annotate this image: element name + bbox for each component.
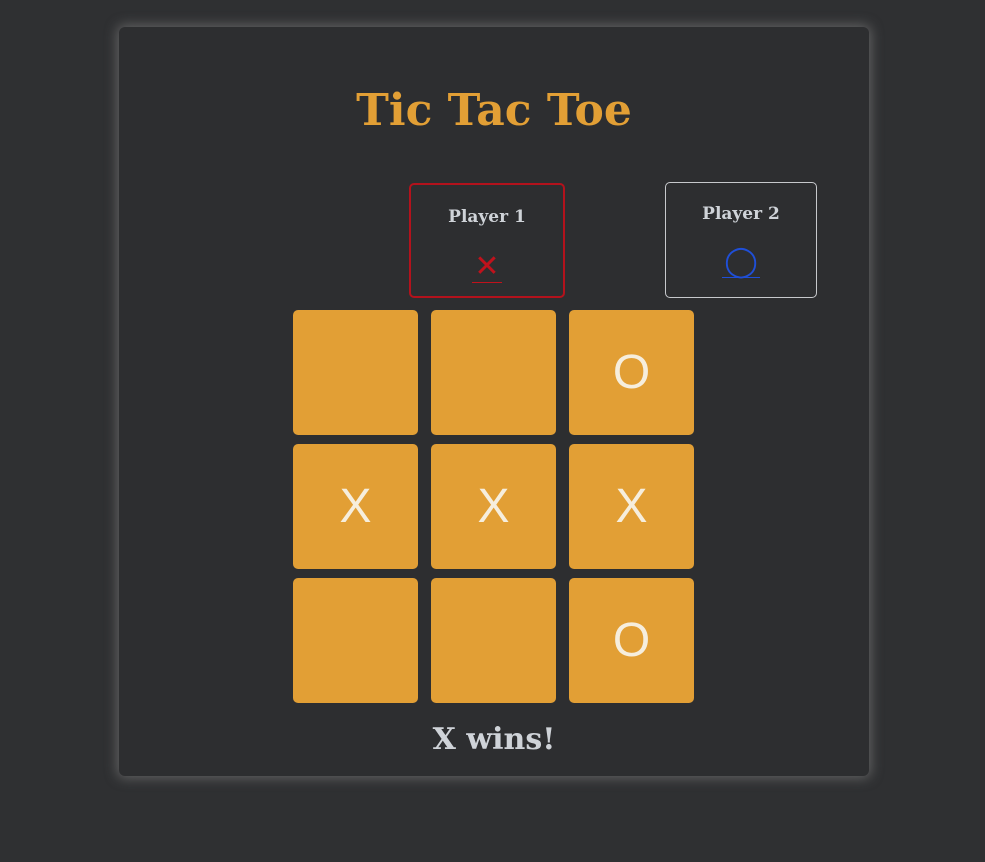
x-mark-icon: ✕ <box>472 250 502 283</box>
player-1-card: Player 1 ✕ <box>409 183 565 298</box>
board-cell-r2c2[interactable]: X <box>431 444 556 569</box>
player-1-symbol: ✕ <box>411 252 563 283</box>
board-cell-r1c3[interactable]: O <box>569 310 694 435</box>
player-2-label: Player 2 <box>702 204 780 224</box>
board-cell-r3c1[interactable] <box>293 578 418 703</box>
game-status: X wins! <box>432 722 556 757</box>
board-cell-r2c1[interactable]: X <box>293 444 418 569</box>
board-cell-r3c2[interactable] <box>431 578 556 703</box>
board-cell-r1c2[interactable] <box>431 310 556 435</box>
board-cell-r2c3[interactable]: X <box>569 444 694 569</box>
o-mark-icon: ◯ <box>722 245 760 278</box>
game-title: Tic Tac Toe <box>356 85 632 136</box>
player-1-label: Player 1 <box>448 207 526 227</box>
player-2-card: Player 2 ◯ <box>665 182 817 298</box>
board-cell-r3c3[interactable]: O <box>569 578 694 703</box>
board-cell-r1c1[interactable] <box>293 310 418 435</box>
game-panel: Tic Tac Toe Player 1 ✕ Player 2 ◯ O X X … <box>119 27 869 776</box>
player-2-symbol: ◯ <box>666 247 816 278</box>
